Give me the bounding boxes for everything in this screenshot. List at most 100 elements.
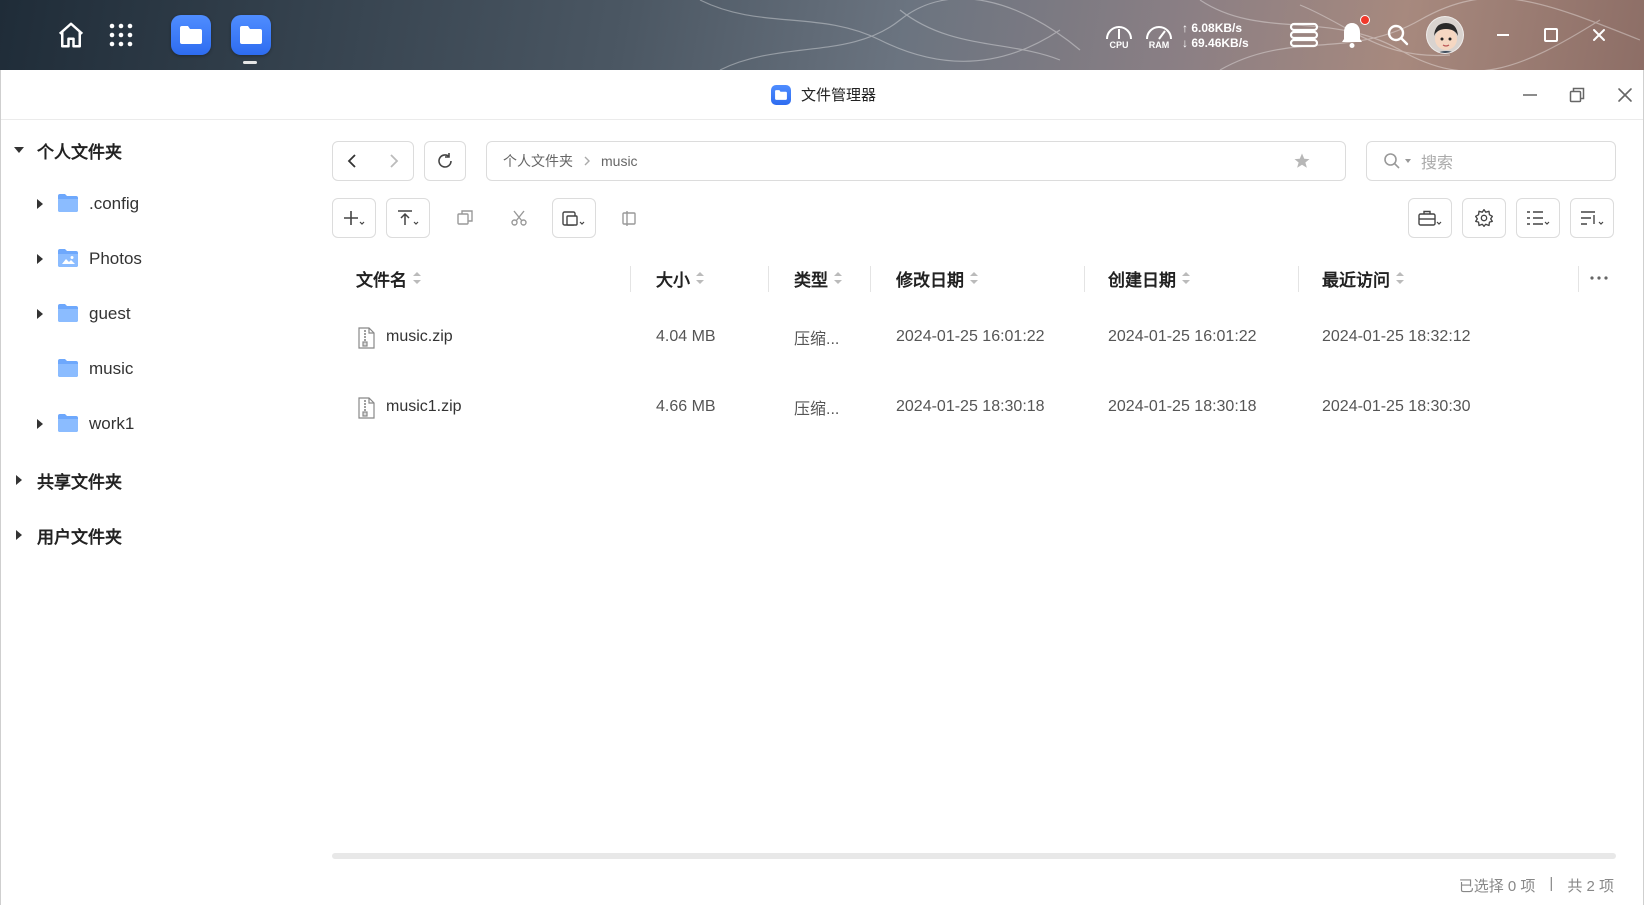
file-accessed: 2024-01-25 18:30:30 — [1322, 398, 1471, 415]
chevron-right-icon — [390, 154, 399, 168]
download-speed: ↓ 69.46KB/s — [1182, 36, 1249, 50]
tree-root-shared[interactable]: 共享文件夹 — [1, 460, 122, 500]
caret-right-icon[interactable] — [33, 198, 47, 210]
user-avatar[interactable] — [1426, 16, 1464, 54]
total-count: 共 2 项 — [1567, 878, 1614, 895]
search-placeholder: 搜索 — [1421, 155, 1454, 172]
favorite-star-icon[interactable] — [1293, 152, 1311, 170]
file-created: 2024-01-25 16:01:22 — [1108, 328, 1257, 345]
column-header-label: 创建日期 — [1108, 270, 1176, 290]
column-divider[interactable] — [870, 266, 871, 292]
settings-button[interactable] — [1462, 198, 1506, 238]
sidebar-tree: 个人文件夹 .config Photos guest music work1 共… — [1, 120, 319, 905]
sidebar-item-label: guest — [89, 304, 131, 323]
app-grid-icon[interactable] — [104, 18, 138, 52]
column-header-created[interactable]: 创建日期 — [1108, 266, 1190, 290]
tree-root-users[interactable]: 用户文件夹 — [1, 515, 122, 555]
tree-root-label: 共享文件夹 — [37, 472, 122, 492]
column-header-accessed[interactable]: 最近访问 — [1322, 266, 1404, 290]
ram-gauge[interactable]: RAM — [1143, 20, 1175, 54]
window-minimize-icon[interactable] — [1519, 84, 1541, 106]
sort-arrows-icon — [1396, 271, 1404, 285]
view-mode-button[interactable] — [1516, 198, 1560, 238]
sort-button[interactable] — [1570, 198, 1614, 238]
table-row[interactable]: music1.zip 4.66 MB 压缩... 2024-01-25 18:3… — [332, 372, 1616, 442]
search-scope-caret-icon[interactable] — [1405, 159, 1411, 163]
caret-right-icon[interactable] — [33, 308, 47, 320]
file-manager-app-button[interactable] — [171, 15, 211, 55]
column-header-label: 类型 — [794, 270, 828, 290]
photos-folder-icon — [57, 248, 79, 268]
more-columns-icon[interactable] — [1586, 268, 1612, 288]
new-button[interactable] — [332, 198, 376, 238]
breadcrumb-root[interactable]: 个人文件夹 — [503, 151, 573, 171]
sort-arrows-icon — [413, 271, 421, 285]
breadcrumb-current[interactable]: music — [601, 153, 638, 169]
sidebar-item-config[interactable]: .config — [1, 184, 319, 224]
window-close-icon[interactable] — [1614, 84, 1636, 106]
refresh-button[interactable] — [424, 141, 466, 181]
sidebar-item-music[interactable]: music — [1, 349, 319, 389]
list-view-icon — [1527, 211, 1550, 225]
file-manager-app-button-active[interactable] — [231, 15, 271, 55]
cpu-label: CPU — [1109, 40, 1129, 50]
sidebar-item-work1[interactable]: work1 — [1, 404, 319, 444]
column-header-label: 大小 — [656, 270, 690, 290]
path-breadcrumb[interactable]: 个人文件夹 music — [486, 141, 1346, 181]
column-divider[interactable] — [768, 266, 769, 292]
folder-icon — [57, 358, 79, 378]
column-divider[interactable] — [1298, 266, 1299, 292]
window-restore-icon[interactable] — [1566, 84, 1588, 106]
column-header-name[interactable]: 文件名 — [356, 266, 421, 290]
forward-button[interactable] — [373, 142, 413, 180]
taskbar-maximize-icon[interactable] — [1538, 22, 1564, 48]
search-icon[interactable] — [1383, 20, 1413, 50]
file-manager-window: 文件管理器 个人文件夹 .config Photos guest music w… — [0, 70, 1644, 905]
paste-icon — [562, 211, 585, 226]
taskbar-minimize-icon[interactable] — [1490, 22, 1516, 48]
sidebar-item-label: music — [89, 359, 134, 378]
tree-root-personal[interactable]: 个人文件夹 — [1, 130, 122, 170]
rename-icon[interactable] — [618, 208, 640, 228]
search-input[interactable]: 搜索 — [1366, 141, 1616, 181]
cpu-gauge[interactable]: CPU — [1103, 20, 1135, 54]
cut-icon[interactable] — [508, 208, 530, 228]
sort-arrows-icon — [834, 271, 842, 285]
file-manager-app-icon — [771, 84, 791, 105]
column-divider[interactable] — [630, 266, 631, 292]
folder-icon — [57, 413, 79, 433]
caret-down-icon[interactable] — [1, 144, 37, 156]
column-header-modified[interactable]: 修改日期 — [896, 266, 978, 290]
column-header-size[interactable]: 大小 — [656, 266, 704, 290]
upload-button[interactable] — [386, 198, 430, 238]
column-header-label: 文件名 — [356, 270, 407, 290]
breadcrumb-separator-icon — [583, 156, 591, 166]
selected-count: 已选择 0 项 — [1458, 878, 1536, 895]
desktop-taskbar: CPU RAM ↑ 6.08KB/s ↓ 69.46KB/s — [0, 0, 1644, 70]
caret-right-icon[interactable] — [1, 529, 37, 541]
back-button[interactable] — [333, 142, 373, 180]
horizontal-scrollbar[interactable] — [332, 853, 1616, 859]
chevron-left-icon — [347, 154, 356, 168]
copy-icon[interactable] — [454, 208, 476, 228]
zip-file-icon — [356, 327, 376, 349]
column-header-type[interactable]: 类型 — [794, 266, 842, 290]
network-speed: ↑ 6.08KB/s ↓ 69.46KB/s — [1182, 21, 1249, 51]
sidebar-item-guest[interactable]: guest — [1, 294, 319, 334]
taskbar-close-icon[interactable] — [1586, 22, 1612, 48]
column-divider[interactable] — [1084, 266, 1085, 292]
sidebar-item-photos[interactable]: Photos — [1, 239, 319, 279]
caret-right-icon[interactable] — [1, 474, 37, 486]
sort-arrows-icon — [970, 271, 978, 285]
table-row[interactable]: music.zip 4.04 MB 压缩... 2024-01-25 16:01… — [332, 302, 1616, 372]
toolbox-button[interactable] — [1408, 198, 1452, 238]
server-status-icon[interactable] — [1288, 20, 1320, 50]
column-divider[interactable] — [1578, 266, 1579, 292]
window-title: 文件管理器 — [771, 84, 876, 105]
home-icon[interactable] — [54, 18, 88, 52]
file-modified: 2024-01-25 16:01:22 — [896, 328, 1045, 345]
paste-button[interactable] — [552, 198, 596, 238]
caret-right-icon[interactable] — [33, 253, 47, 265]
sort-icon — [1581, 211, 1604, 225]
caret-right-icon[interactable] — [33, 418, 47, 430]
